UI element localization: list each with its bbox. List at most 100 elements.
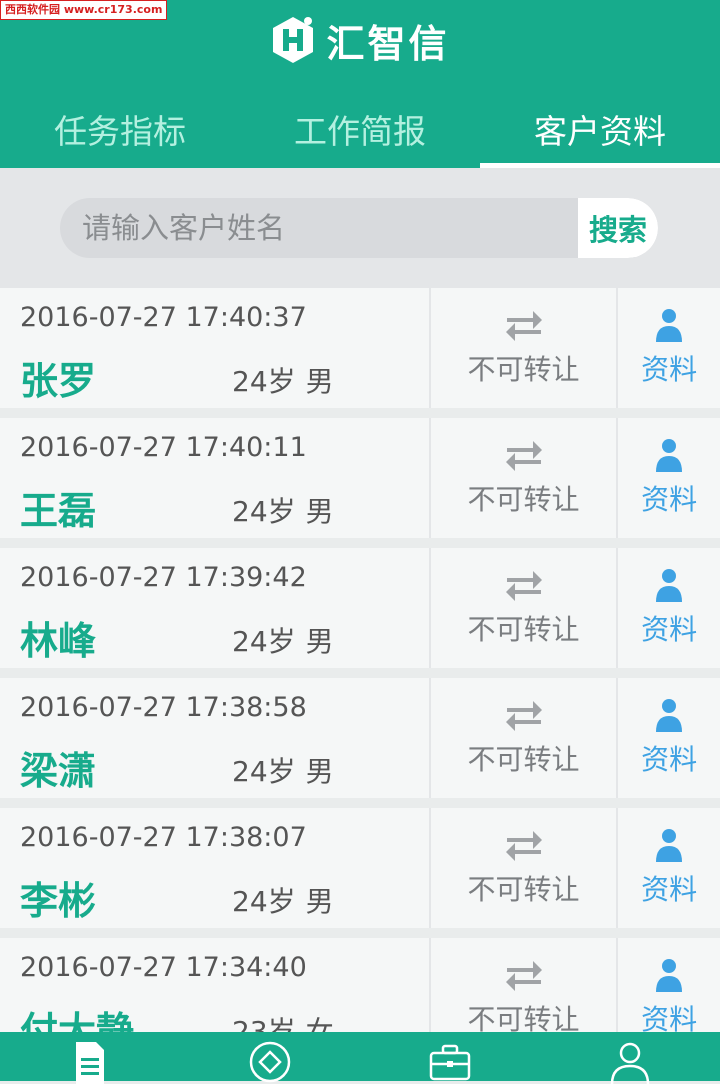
customer-gender: 女	[305, 1015, 334, 1032]
transfer-label: 不可转让	[467, 353, 580, 386]
nav-discover[interactable]	[180, 1032, 360, 1083]
customer-age-gender: 24岁男	[232, 880, 334, 920]
customer-age: 24岁	[232, 625, 296, 658]
transfer-button[interactable]: 不可转让	[428, 548, 616, 668]
customer-name: 王磊	[20, 489, 97, 533]
nav-profile[interactable]	[540, 1032, 720, 1084]
transfer-label: 不可转让	[467, 743, 580, 776]
customer-age: 24岁	[232, 885, 296, 918]
diamond-circle-icon	[249, 1041, 291, 1083]
document-icon	[76, 1042, 104, 1084]
tab-bar: 任务指标 工作简报 客户资料	[0, 90, 720, 168]
customer-name: 李彬	[20, 879, 97, 923]
customer-time: 2016-07-27 17:38:07	[20, 822, 307, 853]
tab-task-metrics[interactable]: 任务指标	[0, 90, 240, 168]
customer-age-gender: 24岁男	[232, 490, 334, 530]
customer-info: 2016-07-27 17:39:42 林峰 24岁男	[0, 548, 429, 668]
transfer-button[interactable]: 不可转让	[428, 288, 616, 408]
nav-work[interactable]	[360, 1032, 540, 1081]
profile-button[interactable]: 资料	[616, 418, 720, 538]
search-area: 搜索	[0, 168, 720, 288]
customer-time: 2016-07-27 17:40:11	[20, 432, 307, 463]
profile-button[interactable]: 资料	[616, 548, 720, 668]
customer-time: 2016-07-27 17:39:42	[20, 562, 307, 593]
customer-age: 24岁	[232, 365, 296, 398]
swap-arrows-icon	[505, 961, 542, 991]
customer-name: 梁潇	[20, 749, 97, 793]
profile-button[interactable]: 资料	[616, 808, 720, 928]
customer-row[interactable]: 2016-07-27 17:40:37 张罗 24岁男 不可转让 资料	[0, 288, 720, 408]
customer-age: 23岁	[232, 1015, 296, 1032]
customer-name: 付大静	[20, 1009, 135, 1032]
customer-info: 2016-07-27 17:38:58 梁潇 24岁男	[0, 678, 429, 798]
profile-button[interactable]: 资料	[616, 288, 720, 408]
customer-time: 2016-07-27 17:38:58	[20, 692, 307, 723]
customer-row[interactable]: 2016-07-27 17:39:42 林峰 24岁男 不可转让 资料	[0, 548, 720, 668]
briefcase-icon	[429, 1044, 471, 1081]
customer-age-gender: 24岁男	[232, 750, 334, 790]
transfer-label: 不可转让	[467, 483, 580, 516]
customer-age: 24岁	[232, 495, 296, 528]
user-icon	[656, 829, 683, 862]
customer-row[interactable]: 2016-07-27 17:40:11 王磊 24岁男 不可转让 资料	[0, 418, 720, 538]
user-icon	[656, 309, 683, 342]
customer-row[interactable]: 2016-07-27 17:38:07 李彬 24岁男 不可转让 资料	[0, 808, 720, 928]
profile-button[interactable]: 资料	[616, 678, 720, 798]
customer-gender: 男	[305, 495, 334, 528]
customer-info: 2016-07-27 17:40:11 王磊 24岁男	[0, 418, 429, 538]
customer-info: 2016-07-27 17:34:40 付大静 23岁女	[0, 938, 429, 1032]
user-icon	[656, 959, 683, 992]
search-input[interactable]	[60, 198, 600, 258]
user-icon	[656, 569, 683, 602]
customer-age: 24岁	[232, 755, 296, 788]
customer-name: 林峰	[20, 619, 97, 663]
customer-age-gender: 24岁男	[232, 620, 334, 660]
transfer-button[interactable]: 不可转让	[428, 678, 616, 798]
watermark: 西西软件园 www.cr173.com	[0, 0, 168, 20]
user-icon	[656, 699, 683, 732]
swap-arrows-icon	[505, 441, 542, 471]
customer-row[interactable]: 2016-07-27 17:38:58 梁潇 24岁男 不可转让 资料	[0, 678, 720, 798]
transfer-label: 不可转让	[467, 613, 580, 646]
tab-work-briefing[interactable]: 工作简报	[240, 90, 480, 168]
customer-gender: 男	[305, 885, 334, 918]
nav-documents[interactable]	[0, 1032, 180, 1084]
customer-age-gender: 24岁男	[232, 360, 334, 400]
profile-label: 资料	[641, 1003, 698, 1032]
customer-info: 2016-07-27 17:40:37 张罗 24岁男	[0, 288, 429, 408]
profile-label: 资料	[641, 353, 698, 386]
customer-time: 2016-07-27 17:40:37	[20, 302, 307, 333]
profile-label: 资料	[641, 743, 698, 776]
transfer-button[interactable]: 不可转让	[428, 418, 616, 538]
transfer-label: 不可转让	[467, 1003, 580, 1032]
user-icon	[656, 439, 683, 472]
customer-info: 2016-07-27 17:38:07 李彬 24岁男	[0, 808, 429, 928]
search-button[interactable]: 搜索	[578, 198, 658, 258]
app-header: 汇智信 任务指标 工作简报 客户资料	[0, 0, 720, 168]
customer-age-gender: 23岁女	[232, 1010, 334, 1032]
app-name: 汇智信	[326, 21, 450, 66]
customer-row[interactable]: 2016-07-27 17:34:40 付大静 23岁女 不可转让 资料	[0, 938, 720, 1032]
transfer-label: 不可转让	[467, 873, 580, 906]
transfer-button[interactable]: 不可转让	[428, 808, 616, 928]
user-icon	[610, 1042, 650, 1084]
profile-label: 资料	[641, 483, 698, 516]
profile-label: 资料	[641, 873, 698, 906]
customer-gender: 男	[305, 755, 334, 788]
search-box: 搜索	[60, 198, 658, 258]
swap-arrows-icon	[505, 311, 542, 341]
tab-customer-profiles[interactable]: 客户资料	[480, 90, 720, 168]
bottom-nav	[0, 1032, 720, 1084]
swap-arrows-icon	[505, 831, 542, 861]
swap-arrows-icon	[505, 571, 542, 601]
hexagon-h-logo-icon	[273, 17, 314, 63]
swap-arrows-icon	[505, 701, 542, 731]
customer-gender: 男	[305, 625, 334, 658]
customer-time: 2016-07-27 17:34:40	[20, 952, 307, 983]
customer-name: 张罗	[20, 359, 97, 403]
customer-list[interactable]: 2016-07-27 17:40:37 张罗 24岁男 不可转让 资料 2016…	[0, 288, 720, 1032]
profile-label: 资料	[641, 613, 698, 646]
profile-button[interactable]: 资料	[616, 938, 720, 1032]
transfer-button[interactable]: 不可转让	[428, 938, 616, 1032]
customer-gender: 男	[305, 365, 334, 398]
